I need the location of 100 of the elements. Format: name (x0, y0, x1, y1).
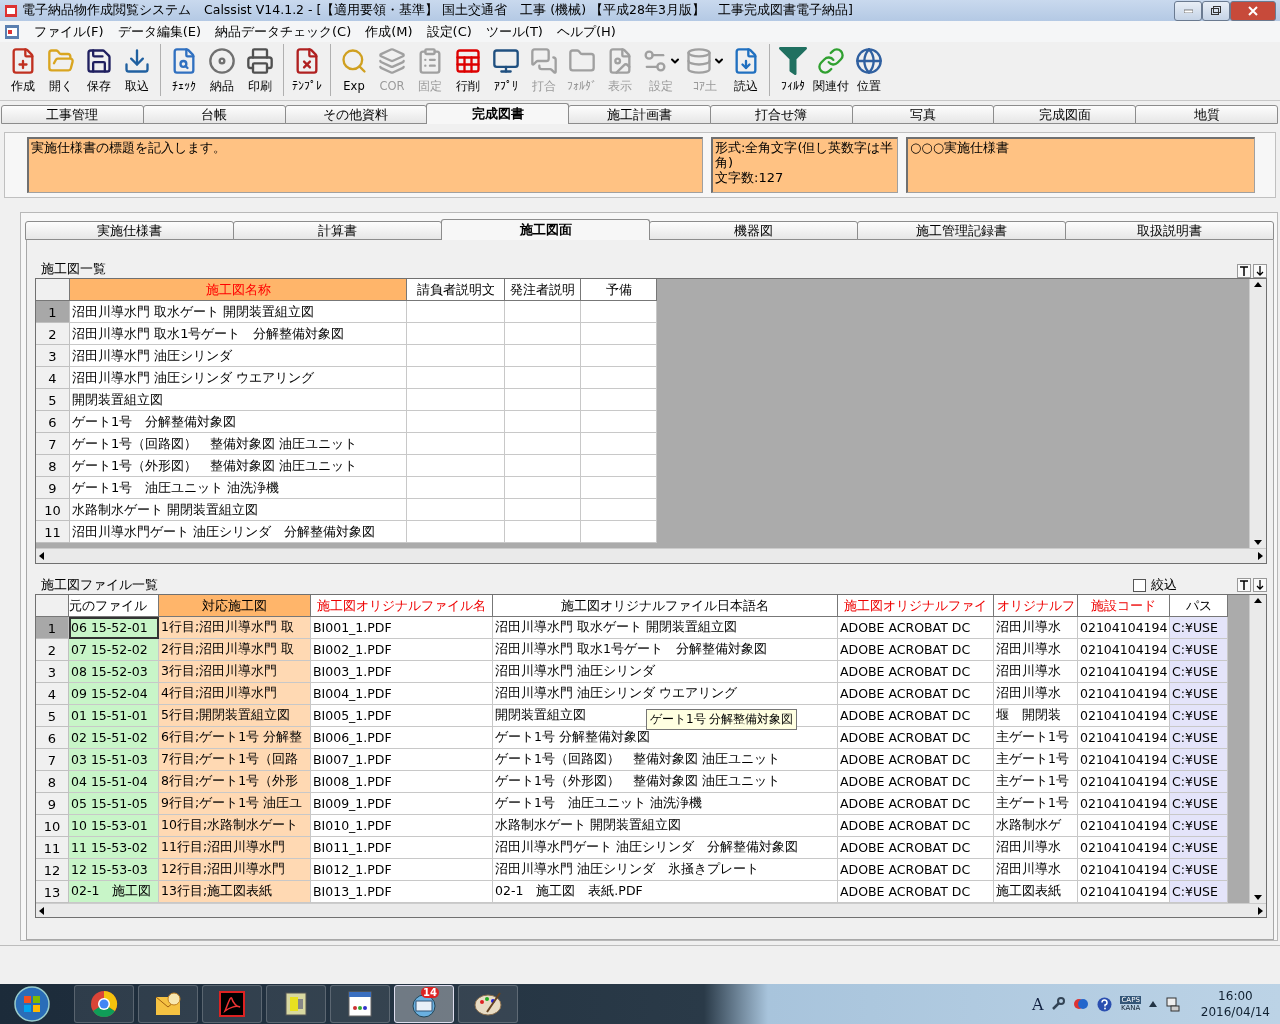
column-header[interactable]: 対応施工図 (159, 595, 311, 617)
toolbar-button[interactable]: 取込 (118, 44, 156, 96)
menu-item[interactable]: ヘルプ(H) (556, 22, 616, 41)
network-icon[interactable] (1164, 996, 1181, 1012)
row-number[interactable]: 8 (36, 455, 70, 477)
toolbar-button[interactable]: 印刷 (241, 44, 279, 96)
toolbar-button[interactable]: 開く (42, 44, 80, 96)
tab[interactable]: 工事管理 (1, 105, 144, 124)
row-number[interactable]: 3 (36, 345, 70, 367)
horizontal-scrollbar[interactable] (36, 548, 1266, 563)
move-top-button[interactable] (1237, 578, 1251, 592)
colors-icon[interactable] (1073, 997, 1090, 1011)
menu-item[interactable]: ツール(T) (485, 22, 543, 41)
row-number[interactable]: 1 (36, 617, 69, 639)
tab[interactable]: 施工計画書 (568, 105, 711, 124)
tab[interactable]: 計算書 (233, 221, 442, 240)
menu-item[interactable]: 作成(M) (365, 22, 413, 41)
row-number[interactable]: 7 (36, 749, 69, 771)
row-number[interactable]: 11 (36, 521, 70, 543)
table-cell: 開閉装置組立図 (70, 389, 407, 411)
move-down-button[interactable] (1253, 578, 1267, 592)
toolbar-button[interactable]: 関連付 (812, 44, 850, 96)
taskbar-button[interactable]: 14 (394, 985, 454, 1023)
move-down-button[interactable] (1253, 264, 1267, 278)
toolbar-button[interactable]: Exp (330, 44, 373, 96)
toolbar-button[interactable]: 読込 (727, 44, 765, 96)
tab[interactable]: 実施仕様書 (25, 221, 234, 240)
wrench-icon[interactable] (1051, 997, 1066, 1011)
tab[interactable]: 完成図面 (993, 105, 1137, 124)
vertical-scrollbar[interactable] (1249, 279, 1266, 548)
column-header[interactable]: オリジナルフ (994, 595, 1078, 617)
menu-item[interactable]: 納品データチェック(C) (215, 22, 352, 41)
close-button[interactable] (1230, 0, 1276, 21)
menu-item[interactable]: ファイル(F) (34, 22, 104, 41)
minimize-button[interactable] (1174, 0, 1202, 21)
tab[interactable]: 打合せ簿 (709, 105, 853, 124)
tab[interactable]: 完成図書 (426, 103, 570, 124)
taskbar-button[interactable] (202, 985, 262, 1023)
toolbar-button[interactable]: 行削 (449, 44, 487, 96)
row-number[interactable]: 4 (36, 367, 70, 389)
row-number[interactable]: 8 (36, 771, 69, 793)
row-number[interactable]: 6 (36, 727, 69, 749)
start-button[interactable] (12, 984, 52, 1024)
tab[interactable]: 施工管理記録書 (857, 221, 1066, 240)
row-number[interactable]: 7 (36, 433, 70, 455)
column-header[interactable]: 施設コード (1078, 595, 1170, 617)
toolbar-button[interactable]: 納品 (203, 44, 241, 96)
tab[interactable]: 写真 (851, 105, 995, 124)
tab[interactable]: 取扱説明書 (1065, 221, 1274, 240)
toolbar-button[interactable]: ｱﾌﾟﾘ (487, 44, 525, 96)
toolbar-button[interactable]: 保存 (80, 44, 118, 96)
row-number[interactable]: 6 (36, 411, 70, 433)
toolbar-button[interactable]: 作成 (4, 44, 42, 96)
filter-checkbox[interactable]: 絞込 (1133, 576, 1177, 594)
column-header[interactable]: パス (1170, 595, 1228, 617)
column-header[interactable]: 施工図オリジナルファイ (838, 595, 994, 617)
menu-item[interactable]: データ編集(E) (117, 22, 201, 41)
ime-indicator[interactable]: A (1031, 994, 1044, 1014)
help-icon[interactable] (1097, 996, 1113, 1012)
taskbar-button[interactable] (330, 985, 390, 1023)
toolbar-button[interactable]: ﾁｪｯｸ (160, 44, 203, 96)
row-number[interactable]: 10 (36, 499, 70, 521)
toolbar-button[interactable]: ﾃﾝﾌﾟﾚ (283, 44, 326, 96)
caret-icon[interactable] (1148, 1001, 1157, 1007)
row-number[interactable]: 11 (36, 837, 69, 859)
column-header[interactable]: 請負者説明文 (407, 279, 505, 301)
taskbar-button[interactable] (74, 985, 134, 1023)
row-number[interactable]: 9 (36, 793, 69, 815)
tab[interactable]: 地質 (1135, 105, 1279, 124)
row-number[interactable]: 2 (36, 639, 69, 661)
toolbar-button[interactable]: ﾌｨﾙﾀ (769, 44, 812, 96)
row-number[interactable]: 4 (36, 683, 69, 705)
tab[interactable]: 機器図 (649, 221, 858, 240)
column-header[interactable]: 予備 (581, 279, 657, 301)
horizontal-scrollbar[interactable] (36, 903, 1266, 917)
row-number[interactable]: 2 (36, 323, 70, 345)
row-number[interactable]: 12 (36, 859, 69, 881)
tab[interactable]: 台帳 (142, 105, 286, 124)
column-header[interactable]: 発注者説明 (505, 279, 581, 301)
row-number[interactable]: 9 (36, 477, 70, 499)
maximize-button[interactable] (1202, 0, 1230, 21)
tab[interactable]: その他資料 (284, 105, 428, 124)
menu-item[interactable]: 設定(C) (426, 22, 472, 41)
value-field[interactable]: ○○○実施仕様書 (906, 137, 1255, 193)
column-header[interactable]: 元のファイル (69, 595, 159, 617)
row-number[interactable]: 1 (36, 301, 70, 323)
column-header[interactable]: 施工図オリジナルファイル日本語名 (493, 595, 838, 617)
toolbar-button[interactable]: 位置 (850, 44, 888, 96)
row-number[interactable]: 10 (36, 815, 69, 837)
row-number[interactable]: 3 (36, 661, 69, 683)
row-number[interactable]: 13 (36, 881, 69, 903)
taskbar-button[interactable] (458, 985, 518, 1023)
row-number[interactable]: 5 (36, 389, 70, 411)
move-top-button[interactable] (1237, 264, 1251, 278)
tab[interactable]: 施工図面 (441, 219, 650, 240)
vertical-scrollbar[interactable] (1249, 595, 1266, 903)
taskbar-button[interactable] (138, 985, 198, 1023)
taskbar-button[interactable] (266, 985, 326, 1023)
column-header[interactable]: 施工図オリジナルファイル名 (311, 595, 493, 617)
row-number[interactable]: 5 (36, 705, 69, 727)
